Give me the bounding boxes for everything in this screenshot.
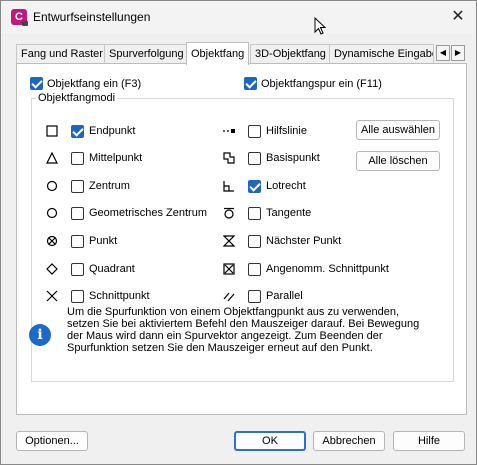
tracking-on-checkbox[interactable]: Objektfangspur ein (F11) (244, 77, 382, 90)
tab-scroll-right-icon[interactable]: ▶ (451, 45, 465, 61)
center-circle-icon (43, 178, 61, 194)
mode-schnittpunkt[interactable]: Schnittpunkt (43, 288, 150, 304)
angenomm-schnittpunkt-label: Angenomm. Schnittpunkt (266, 263, 389, 275)
angenomm-schnittpunkt-checkbox[interactable] (248, 262, 261, 276)
perpendicular-icon (220, 178, 238, 194)
tab-scroll-left-icon[interactable]: ◀ (436, 45, 450, 61)
mode-mittelpunkt[interactable]: Mittelpunkt (43, 150, 142, 166)
endpoint-square-icon (43, 123, 61, 139)
basispunkt-label: Basispunkt (266, 152, 320, 164)
parallel-icon (220, 288, 238, 304)
dialog-window: C Entwurfseinstellungen ✕ Fang und Raste… (0, 0, 477, 465)
parallel-checkbox[interactable] (248, 289, 261, 303)
mode-zentrum[interactable]: Zentrum (43, 178, 130, 194)
options-button[interactable]: Optionen... (16, 431, 88, 451)
ok-button[interactable]: OK (234, 431, 306, 451)
parallel-label: Parallel (266, 290, 303, 302)
window-title: Entwurfseinstellungen (33, 10, 151, 24)
select-all-button[interactable]: Alle auswählen (356, 120, 440, 140)
info-text: Um die Spurfunktion von einem Objektfang… (67, 306, 420, 354)
hilfslinie-checkbox[interactable] (248, 124, 261, 138)
midpoint-triangle-icon (43, 150, 61, 166)
cancel-button[interactable]: Abbrechen (313, 431, 385, 451)
quadrant-checkbox[interactable] (71, 262, 84, 276)
osnap-on-label: Objektfang ein (F3) (47, 77, 142, 90)
close-icon[interactable]: ✕ (448, 7, 468, 27)
tangent-icon (220, 205, 238, 221)
clear-all-button[interactable]: Alle löschen (356, 151, 440, 171)
hilfslinie-label: Hilfslinie (266, 125, 307, 137)
mode-tangente[interactable]: Tangente (220, 205, 311, 221)
endpunkt-checkbox[interactable] (71, 124, 84, 138)
zentrum-checkbox[interactable] (71, 179, 84, 193)
quadrant-label: Quadrant (89, 263, 135, 275)
mode-hilfslinie[interactable]: Hilfslinie (220, 123, 307, 139)
punkt-checkbox[interactable] (71, 234, 84, 248)
tab-spurverfolgung[interactable]: Spurverfolgung (104, 44, 189, 64)
mode-angenomm-schnittpunkt[interactable]: Angenomm. Schnittpunkt (220, 261, 389, 277)
mode-lotrecht[interactable]: Lotrecht (220, 178, 306, 194)
help-button[interactable]: Hilfe (393, 431, 465, 451)
geometrisches-zentrum-checkbox[interactable] (71, 206, 84, 220)
mouse-cursor-icon (314, 17, 326, 35)
zentrum-label: Zentrum (89, 180, 130, 192)
tracking-on-label: Objektfangspur ein (F11) (261, 77, 382, 90)
mode-parallel[interactable]: Parallel (220, 288, 303, 304)
osnap-on-checkbox[interactable]: Objektfang ein (F3) (30, 77, 141, 90)
mode-naechster-punkt[interactable]: Nächster Punkt (220, 233, 341, 249)
endpunkt-label: Endpunkt (89, 125, 136, 137)
lotrecht-checkbox[interactable] (248, 179, 261, 193)
autocad-app-icon: C (11, 9, 28, 26)
tab-bar: Fang und Raster Spurverfolgung Objektfan… (16, 42, 466, 65)
tracking-on-check[interactable] (244, 77, 257, 90)
tangente-checkbox[interactable] (248, 206, 261, 220)
insertion-icon (220, 150, 238, 166)
mittelpunkt-label: Mittelpunkt (89, 152, 143, 164)
apparent-intersection-icon (220, 261, 238, 277)
mittelpunkt-checkbox[interactable] (71, 151, 84, 165)
info-icon: i (29, 324, 51, 346)
naechster-punkt-checkbox[interactable] (248, 234, 261, 248)
objektfang-panel: Objektfang ein (F3) Objektfangspur ein (… (16, 63, 467, 415)
tab-3d-objektfang[interactable]: 3D-Objektfang (250, 44, 331, 64)
tab-dynamische-eingabe[interactable]: Dynamische Eingabe (329, 44, 434, 64)
nearest-hourglass-icon (220, 233, 238, 249)
schnittpunkt-checkbox[interactable] (71, 289, 84, 303)
tangente-label: Tangente (266, 207, 312, 219)
lotrecht-label: Lotrecht (266, 180, 306, 192)
title-bar: C Entwurfseinstellungen ✕ (1, 1, 476, 35)
geometrisches-zentrum-label: Geometrisches Zentrum (89, 207, 207, 219)
tab-fang-und-raster[interactable]: Fang und Raster (16, 44, 108, 64)
group-legend: Objektfangmodi (38, 92, 116, 104)
mode-geometrisches-zentrum[interactable]: Geometrisches Zentrum (43, 205, 207, 221)
naechster-punkt-label: Nächster Punkt (266, 235, 342, 247)
mode-quadrant[interactable]: Quadrant (43, 261, 135, 277)
osnap-on-check[interactable] (30, 77, 43, 90)
node-icon (43, 233, 61, 249)
quadrant-diamond-icon (43, 261, 61, 277)
punkt-label: Punkt (89, 235, 118, 247)
mode-punkt[interactable]: Punkt (43, 233, 117, 249)
schnittpunkt-label: Schnittpunkt (89, 290, 150, 302)
tab-objektfang[interactable]: Objektfang (186, 42, 250, 65)
geometric-center-icon (43, 205, 61, 221)
intersection-x-icon (43, 288, 61, 304)
basispunkt-checkbox[interactable] (248, 151, 261, 165)
extension-icon (220, 123, 238, 139)
mode-basispunkt[interactable]: Basispunkt (220, 150, 320, 166)
mode-endpunkt[interactable]: Endpunkt (43, 123, 135, 139)
